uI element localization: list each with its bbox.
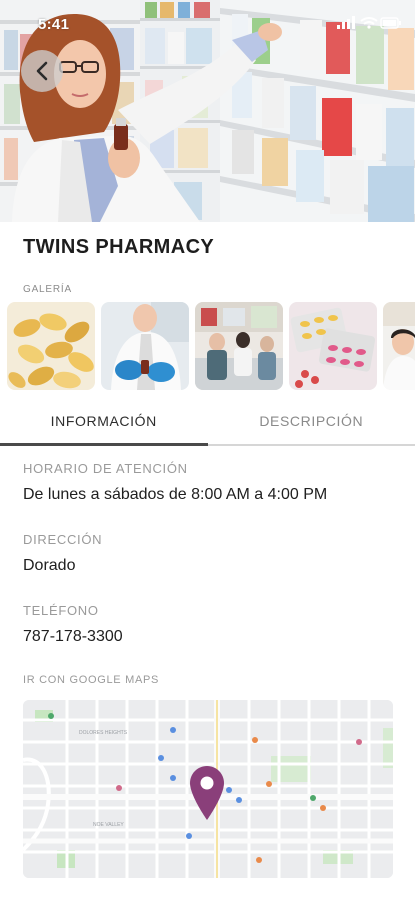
back-button[interactable] <box>21 50 63 92</box>
location-pin-icon <box>190 766 224 820</box>
gallery-image-pills[interactable] <box>289 302 377 390</box>
gallery-image-store[interactable] <box>195 302 283 390</box>
tab-descripcion-label: DESCRIPCIÓN <box>259 413 364 429</box>
pharmacy-title: TWINS PHARMACY <box>23 236 215 258</box>
gallery-image-capsules[interactable] <box>7 302 95 390</box>
hours-label: HORARIO DE ATENCIÓN <box>23 461 188 476</box>
capsules-photo <box>7 302 95 390</box>
hero-image: 5:41 <box>0 0 415 222</box>
pharmacist-photo <box>101 302 189 390</box>
gallery-label: GALERÍA <box>23 284 72 295</box>
map-label-noe: NOE VALLEY <box>93 822 124 828</box>
map-view[interactable]: DOLORES HEIGHTS NOE VALLEY <box>23 700 393 878</box>
google-maps-link[interactable]: IR CON GOOGLE MAPS <box>23 674 159 686</box>
status-icons <box>337 16 401 29</box>
phone-label: TELÉFONO <box>23 603 99 618</box>
tabs: INFORMACIÓN DESCRIPCIÓN <box>0 404 415 446</box>
status-time: 5:41 <box>38 16 70 33</box>
tab-informacion-indicator <box>0 443 208 446</box>
gallery-image-doctor[interactable] <box>383 302 415 390</box>
wifi-icon <box>360 17 378 29</box>
tab-informacion[interactable]: INFORMACIÓN <box>0 404 208 446</box>
gallery-image-pharmacist[interactable] <box>101 302 189 390</box>
address-value: Dorado <box>23 557 76 574</box>
doctor-photo <box>383 302 415 390</box>
pills-photo <box>289 302 377 390</box>
gallery <box>7 302 415 390</box>
map-label-dolores: DOLORES HEIGHTS <box>79 730 128 736</box>
signal-icon <box>337 16 355 29</box>
phone-value[interactable]: 787-178-3300 <box>23 628 123 646</box>
tab-descripcion-indicator <box>207 444 415 446</box>
address-label: DIRECCIÓN <box>23 532 103 547</box>
tab-informacion-label: INFORMACIÓN <box>50 413 157 429</box>
battery-icon <box>380 17 401 29</box>
chevron-left-icon <box>36 61 48 81</box>
hours-value: De lunes a sábados de 8:00 AM a 4:00 PM <box>23 486 328 503</box>
tab-descripcion[interactable]: DESCRIPCIÓN <box>207 404 415 446</box>
store-photo <box>195 302 283 390</box>
status-bar: 5:41 <box>0 0 415 44</box>
